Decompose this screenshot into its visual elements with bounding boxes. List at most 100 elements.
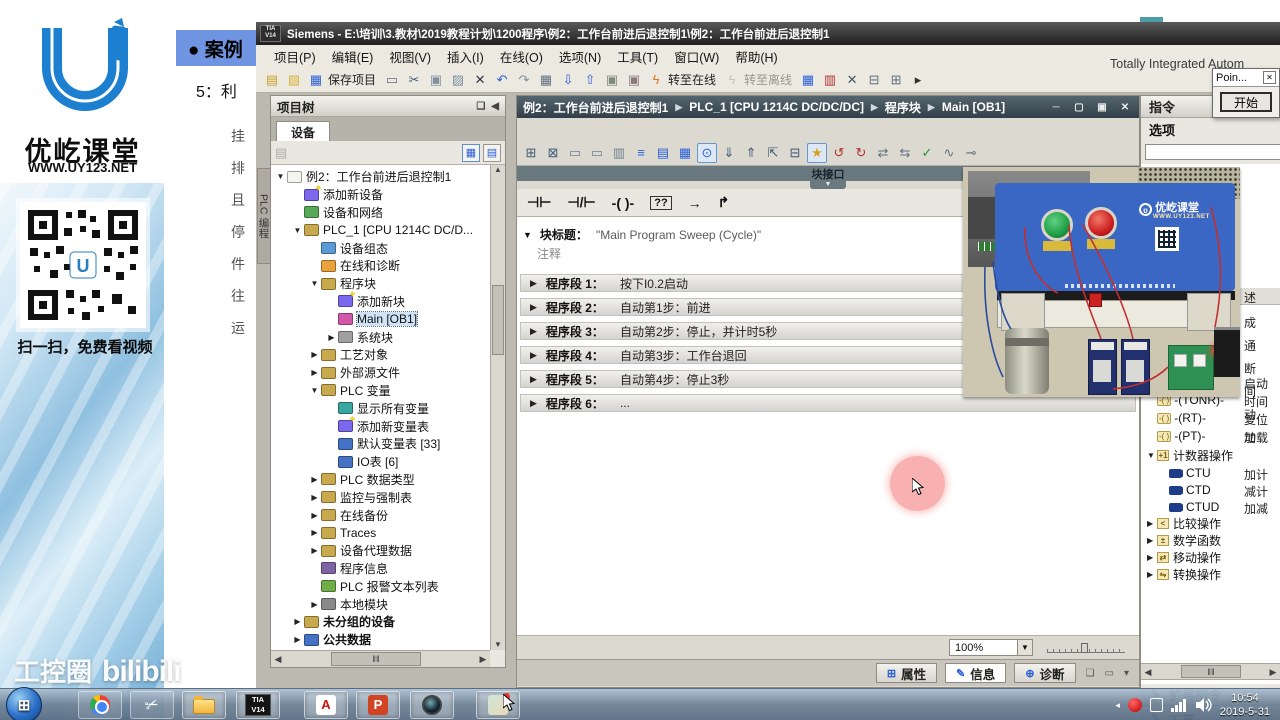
minimize-icon[interactable]: ─ — [1048, 102, 1064, 113]
menu-选项(N)[interactable]: 选项(N) — [551, 45, 609, 68]
instruction-row[interactable]: CTD — [1169, 483, 1211, 497]
expander-icon[interactable]: ▶ — [1147, 570, 1157, 579]
collapse-icon[interactable]: ▼ — [523, 230, 532, 240]
expander-icon[interactable]: ▶ — [530, 350, 537, 361]
diagram-view-icon[interactable]: ▤ — [483, 143, 501, 162]
tree-item[interactable]: ▼ PLC_1 [CPU 1214C DC/D... — [271, 221, 490, 239]
scroll-right-icon[interactable]: ▶ — [1266, 665, 1280, 678]
expander-icon[interactable]: ▶ — [309, 350, 320, 359]
branch-icon[interactable]: → — [688, 195, 702, 211]
taskbar-pdf-button[interactable]: A — [304, 691, 348, 719]
consistency-check-icon[interactable]: ⇆ — [895, 143, 915, 163]
cross-references-icon[interactable]: ✕ — [842, 70, 862, 90]
details-view-icon[interactable]: ▦ — [462, 143, 480, 162]
menu-插入(I)[interactable]: 插入(I) — [439, 45, 492, 68]
empty-box-icon[interactable]: ?? — [650, 195, 672, 210]
menu-编辑(E)[interactable]: 编辑(E) — [324, 45, 382, 68]
taskbar-tia-button[interactable]: TIA V14 — [236, 691, 280, 719]
tree-item[interactable]: ▶ PLC 数据类型 — [271, 471, 490, 489]
taskbar-snip-button[interactable]: ✂ — [130, 691, 174, 719]
start-cpu-icon[interactable]: ▣ — [602, 70, 622, 90]
reset-layout-icon[interactable]: ▥ — [609, 143, 629, 163]
expander-icon[interactable]: ▼ — [309, 279, 320, 288]
menu-工具(T)[interactable]: 工具(T) — [609, 45, 666, 68]
instruction-row[interactable]: CTUD — [1169, 500, 1219, 514]
zoom-select[interactable]: 100% ▼ — [949, 639, 1033, 656]
hidden-icons-arrow[interactable]: ◂ — [1115, 700, 1120, 711]
compile-icon[interactable]: ▦ — [536, 70, 556, 90]
scroll-left-icon[interactable]: ◀ — [1141, 665, 1155, 678]
expander-icon[interactable]: ▶ — [292, 635, 303, 644]
hscroll-thumb[interactable]: ‖‖ — [1181, 665, 1241, 678]
monitoring-icon[interactable]: ∿ — [939, 143, 959, 163]
taskbar-chrome-button[interactable] — [78, 691, 122, 719]
tree-item[interactable]: ▶ 未分组的设备 — [271, 613, 490, 631]
expander-icon[interactable]: ▶ — [1147, 519, 1157, 528]
breadcrumb-segment[interactable]: 例2：工作台前进后退控制1 — [523, 99, 668, 116]
tree-item[interactable]: 显示所有变量 — [271, 399, 490, 417]
instruction-row[interactable]: ▶ < 比较操作 — [1147, 515, 1221, 532]
speaker-icon[interactable] — [1194, 697, 1212, 713]
paste-icon[interactable]: ▨ — [448, 70, 468, 90]
tree-item[interactable]: ▶ 监控与强制表 — [271, 488, 490, 506]
tree-item[interactable]: 添加新变量表 — [271, 414, 490, 435]
expander-icon[interactable]: ▶ — [309, 511, 320, 520]
tree-item[interactable]: ▶ Traces — [271, 524, 490, 542]
tree-item[interactable]: ▼ PLC 变量 — [271, 382, 490, 400]
redo-icon[interactable]: ↷ — [514, 70, 534, 90]
instruction-search-input[interactable] — [1145, 144, 1280, 160]
start-button[interactable]: 开始 — [1220, 92, 1272, 112]
instruction-row[interactable]: CTU — [1169, 466, 1211, 480]
expander-icon[interactable]: ▶ — [309, 600, 320, 609]
expander-icon[interactable]: ▶ — [309, 546, 320, 555]
diagnostics-tab[interactable]: ⊕ 诊断 — [1014, 663, 1076, 683]
tray-clipboard-icon[interactable] — [1149, 698, 1163, 712]
tree-item[interactable]: 设备和网络 — [271, 204, 490, 222]
scroll-right-icon[interactable]: ▶ — [476, 652, 490, 666]
info-tab[interactable]: ✎ 信息 — [945, 663, 1007, 683]
delete-icon[interactable]: ✕ — [470, 70, 490, 90]
tree-item[interactable]: ▶ 本地模块 — [271, 595, 490, 613]
close-branches-icon[interactable]: ⊟ — [785, 143, 805, 163]
collapse-panel-icon[interactable]: ◀ — [491, 101, 499, 112]
next-error-icon[interactable]: ↻ — [851, 143, 871, 163]
update-block-calls-icon[interactable]: ⇄ — [873, 143, 893, 163]
breadcrumb-segment[interactable]: 程序块 — [885, 99, 921, 116]
expander-icon[interactable]: ▶ — [326, 333, 337, 342]
expander-icon[interactable]: ▶ — [1147, 553, 1157, 562]
expander-icon[interactable]: ▶ — [530, 374, 537, 385]
tree-scroll-thumb[interactable] — [492, 285, 504, 355]
chevron-down-icon[interactable]: ▼ — [1017, 640, 1032, 655]
tree-item[interactable]: ▶ 工艺对象 — [271, 346, 490, 364]
tray-clock[interactable]: 10:54 2019-5-31 — [1220, 691, 1278, 720]
scroll-left-icon[interactable]: ◀ — [271, 652, 285, 666]
tree-item[interactable]: ▶ 在线备份 — [271, 506, 490, 524]
no-contact-icon[interactable]: ⊣⊢ — [527, 194, 551, 211]
instruction-row[interactable]: -( ) -(PT)- — [1157, 429, 1206, 443]
block-comment[interactable]: 注释 — [537, 245, 561, 262]
instruction-row[interactable]: ▶ ⇄ 移动操作 — [1147, 549, 1221, 566]
tree-item[interactable]: ▶ 设备代理数据 — [271, 542, 490, 560]
split-horizontal-icon[interactable]: ⊟ — [864, 70, 884, 90]
expander-icon[interactable]: ▼ — [292, 226, 303, 235]
expander-icon[interactable]: ▼ — [309, 386, 320, 395]
menu-窗口(W)[interactable]: 窗口(W) — [666, 45, 727, 68]
comments-toggle-icon[interactable]: ⊙ — [697, 142, 717, 163]
menu-项目(P)[interactable]: 项目(P) — [266, 45, 324, 68]
more-icon[interactable]: ▸ — [908, 70, 928, 90]
expander-icon[interactable]: ▼ — [275, 172, 286, 181]
tree-item[interactable]: 默认变量表 [33] — [271, 435, 490, 453]
dock-icon[interactable]: ▭ — [1105, 668, 1114, 679]
expander-icon[interactable]: ▶ — [530, 398, 537, 409]
receive-alarms-icon[interactable]: ▥ — [820, 70, 840, 90]
start-button[interactable]: ⊞ — [6, 687, 42, 720]
delete-network-icon[interactable]: ⊠ — [543, 143, 563, 163]
cut-icon[interactable]: ✂ — [404, 70, 424, 90]
undo-icon[interactable]: ↶ — [492, 70, 512, 90]
menu-在线(O)[interactable]: 在线(O) — [492, 45, 551, 68]
tree-item[interactable]: ▶ 外部源文件 — [271, 364, 490, 382]
close-branch-icon[interactable]: ↱ — [718, 194, 730, 211]
pointer-tool-window[interactable]: Poin... ✕ 开始 — [1212, 68, 1280, 118]
compile-block-icon[interactable]: ✓ — [917, 143, 937, 163]
maximize-icon[interactable]: ▣ — [1094, 102, 1110, 113]
